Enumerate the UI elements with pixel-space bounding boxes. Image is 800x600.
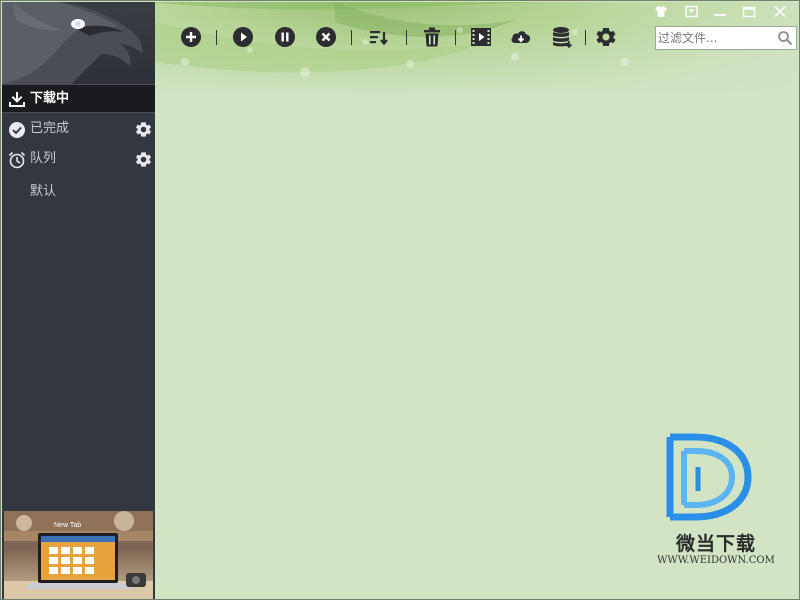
trash-icon — [424, 27, 440, 47]
x-circle-icon — [316, 27, 336, 47]
sidebar-item-label: 下载中 — [30, 91, 70, 106]
toolbar-separator — [351, 30, 352, 45]
video-button[interactable] — [469, 25, 493, 49]
queue-settings-gear-icon[interactable] — [134, 150, 153, 169]
watermark-brand-text: 微当下载 — [675, 533, 756, 555]
ad-caption: New Tab — [54, 522, 81, 529]
alarm-clock-icon — [8, 151, 26, 169]
check-circle-icon — [8, 121, 26, 139]
toolbar-separator — [585, 30, 586, 45]
eagle-logo — [2, 2, 155, 84]
search-box — [655, 26, 797, 50]
sidebar-item-downloading[interactable]: 下载中 — [2, 84, 155, 113]
film-icon — [471, 28, 491, 46]
stop-button[interactable] — [314, 25, 338, 49]
sort-button[interactable] — [367, 25, 391, 49]
skin-shirt-icon — [655, 6, 667, 17]
weidown-watermark: 微当下载 WWW.WEIDOWN.COM — [656, 433, 776, 573]
database-button[interactable] — [550, 25, 574, 49]
sidebar-item-label: 队列 — [30, 151, 57, 166]
add-button[interactable] — [179, 25, 203, 49]
cloud-download-button[interactable] — [509, 25, 533, 49]
delete-button[interactable] — [420, 25, 444, 49]
sidebar-item-queue[interactable]: 队列 — [2, 145, 155, 174]
minimize-icon — [714, 14, 726, 16]
toolbar-separator — [216, 30, 217, 45]
watermark-url-text: WWW.WEIDOWN.COM — [657, 555, 775, 566]
search-icon[interactable] — [777, 30, 793, 46]
cloud-download-icon — [511, 31, 531, 43]
app-window: 下载中 已完成 队列 默认 New Tab 过滤文件... 微当下载 WWW.W… — [0, 0, 800, 600]
toolbar — [155, 2, 799, 52]
download-tray-icon — [8, 91, 26, 109]
pause-button[interactable] — [273, 25, 297, 49]
queue-item-default[interactable]: 默认 — [30, 180, 56, 199]
toolbar-separator — [455, 30, 456, 45]
sidebar-item-label: 已完成 — [30, 121, 70, 136]
plus-circle-icon — [181, 27, 201, 47]
minimize-button[interactable] — [709, 3, 731, 21]
sidebar: 下载中 已完成 队列 默认 New Tab — [2, 2, 155, 599]
sidebar-item-completed[interactable]: 已完成 — [2, 115, 155, 144]
weidown-logo-icon — [666, 433, 752, 521]
menu-dropdown-button[interactable] — [681, 3, 703, 21]
maximize-button[interactable] — [738, 3, 760, 21]
advertisement-image[interactable]: New Tab — [4, 511, 153, 599]
skin-button[interactable] — [650, 3, 672, 21]
sort-list-icon — [370, 31, 388, 46]
close-button[interactable] — [769, 3, 791, 21]
maximize-icon — [742, 6, 756, 18]
play-circle-icon — [233, 27, 253, 47]
database-icon — [553, 27, 573, 49]
close-icon — [774, 5, 786, 18]
completed-settings-gear-icon[interactable] — [134, 120, 153, 139]
filter-files-input[interactable] — [658, 29, 776, 47]
settings-button[interactable] — [594, 25, 618, 49]
toolbar-separator — [406, 30, 407, 45]
dropdown-icon — [685, 5, 698, 18]
top-banner — [155, 2, 799, 92]
gear-icon — [596, 28, 616, 46]
resume-button[interactable] — [231, 25, 255, 49]
pause-circle-icon — [275, 27, 295, 47]
